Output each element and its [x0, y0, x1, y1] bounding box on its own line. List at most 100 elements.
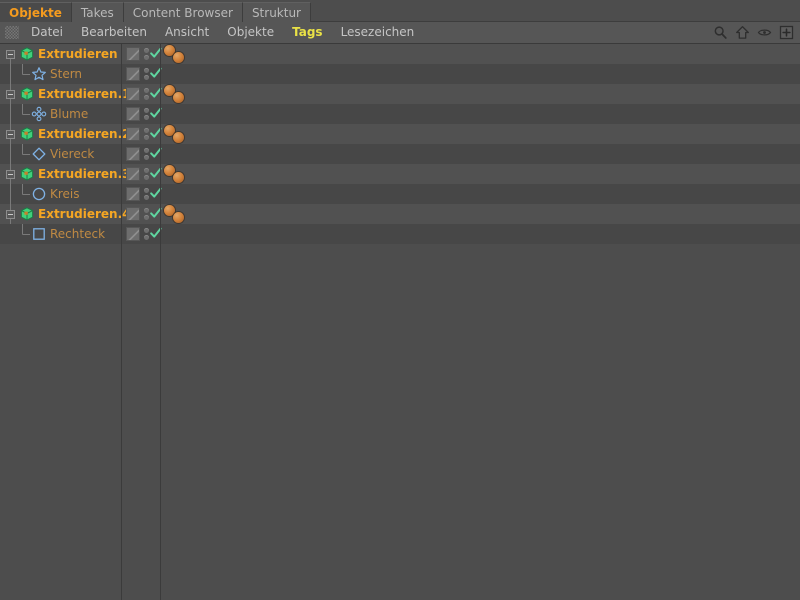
material-cell[interactable]: [161, 184, 201, 204]
phong-tag-icon[interactable]: [126, 187, 140, 201]
object-name-label[interactable]: Stern: [50, 64, 82, 84]
phong-tag-icon[interactable]: [126, 107, 140, 121]
menu-item-objekte[interactable]: Objekte: [218, 22, 283, 43]
tag-cell[interactable]: [122, 104, 162, 124]
object-row[interactable]: Blume: [0, 104, 800, 124]
object-tree-cell[interactable]: Extrudieren: [0, 44, 121, 64]
object-name-label[interactable]: Extrudieren.3: [38, 164, 130, 184]
extrude-object-icon: [20, 47, 34, 61]
object-tree-cell[interactable]: Extrudieren.1: [0, 84, 130, 104]
phong-tag-icon[interactable]: [126, 167, 140, 181]
tag-cell[interactable]: [122, 84, 162, 104]
object-manager-window: Objekte Takes Content Browser Struktur Date…: [0, 0, 800, 600]
tab-strip-filler: [311, 1, 800, 22]
tag-cell[interactable]: [122, 144, 162, 164]
expand-collapse-toggle[interactable]: [6, 210, 15, 219]
object-tree-cell[interactable]: Extrudieren.3: [0, 164, 130, 184]
expand-collapse-toggle[interactable]: [6, 170, 15, 179]
object-row[interactable]: Extrudieren.1: [0, 84, 800, 104]
tag-cell[interactable]: [122, 124, 162, 144]
material-cell[interactable]: [161, 84, 201, 104]
object-tree-cell[interactable]: Kreis: [0, 184, 121, 204]
object-name-label[interactable]: Blume: [50, 104, 88, 124]
material-cell[interactable]: [161, 124, 201, 144]
material-cell[interactable]: [161, 164, 201, 184]
object-name-label[interactable]: Viereck: [50, 144, 94, 164]
phong-tag-icon[interactable]: [126, 87, 140, 101]
object-row[interactable]: Kreis: [0, 184, 800, 204]
phong-tag-icon[interactable]: [126, 47, 140, 61]
material-cell[interactable]: [161, 204, 201, 224]
object-tree-cell[interactable]: Extrudieren.4: [0, 204, 130, 224]
object-tree-cell[interactable]: Extrudieren.2: [0, 124, 130, 144]
search-icon[interactable]: [713, 25, 728, 40]
phong-tag-icon[interactable]: [126, 227, 140, 241]
tag-cell[interactable]: [122, 224, 162, 244]
object-name-label[interactable]: Rechteck: [50, 224, 105, 244]
extrude-object-icon: [20, 127, 34, 141]
tab-takes[interactable]: Takes: [71, 2, 124, 22]
menu-item-lesezeichen[interactable]: Lesezeichen: [332, 22, 424, 43]
tag-cell[interactable]: [122, 64, 162, 84]
material-cell[interactable]: [161, 104, 201, 124]
object-row[interactable]: Viereck: [0, 144, 800, 164]
material-tag-icon[interactable]: [173, 92, 184, 103]
material-tag-icon[interactable]: [173, 52, 184, 63]
object-name-label[interactable]: Kreis: [50, 184, 80, 204]
tag-cell[interactable]: [122, 44, 162, 64]
expand-collapse-toggle[interactable]: [6, 90, 15, 99]
star-spline-icon: [32, 67, 46, 81]
material-tag-icon[interactable]: [173, 212, 184, 223]
menu-item-ansicht[interactable]: Ansicht: [156, 22, 218, 43]
extrude-object-icon: [20, 87, 34, 101]
object-row[interactable]: Extrudieren: [0, 44, 800, 64]
phong-tag-icon[interactable]: [126, 207, 140, 221]
expand-collapse-toggle[interactable]: [6, 50, 15, 59]
rectangle-spline-icon: [33, 228, 45, 240]
material-cell[interactable]: [161, 224, 201, 244]
object-manager-body[interactable]: Extrudieren Stern Extrudieren.1 Blume Extrud…: [0, 44, 800, 600]
home-icon[interactable]: [735, 25, 750, 40]
object-row[interactable]: Extrudieren.4: [0, 204, 800, 224]
tab-struktur[interactable]: Struktur: [242, 2, 311, 22]
object-tree-cell[interactable]: Rechteck: [0, 224, 121, 244]
diamond-spline-icon: [32, 147, 46, 161]
object-tree-cell[interactable]: Viereck: [0, 144, 121, 164]
column-separator-tags: [121, 44, 122, 600]
flower-spline-icon: [31, 106, 47, 122]
material-tag-icon[interactable]: [173, 172, 184, 183]
column-separator-materials: [160, 44, 161, 600]
material-tag-icon[interactable]: [173, 132, 184, 143]
phong-tag-icon[interactable]: [126, 147, 140, 161]
tag-cell[interactable]: [122, 184, 162, 204]
object-name-label[interactable]: Extrudieren: [38, 44, 118, 64]
tab-objekte[interactable]: Objekte: [0, 2, 72, 22]
object-tree-cell[interactable]: Stern: [0, 64, 121, 84]
object-tree-cell[interactable]: Blume: [0, 104, 121, 124]
eye-icon[interactable]: [757, 25, 772, 40]
object-name-label[interactable]: Extrudieren.4: [38, 204, 130, 224]
menu-item-datei[interactable]: Datei: [22, 22, 72, 43]
material-cell[interactable]: [161, 44, 201, 64]
material-cell[interactable]: [161, 64, 201, 84]
material-cell[interactable]: [161, 144, 201, 164]
object-row[interactable]: Extrudieren.3: [0, 164, 800, 184]
object-tree: Extrudieren Stern Extrudieren.1 Blume Extrud…: [0, 44, 800, 244]
object-row[interactable]: Rechteck: [0, 224, 800, 244]
phong-tag-icon[interactable]: [126, 67, 140, 81]
drag-grip-icon[interactable]: [5, 26, 19, 39]
object-name-label[interactable]: Extrudieren.1: [38, 84, 130, 104]
extrude-object-icon: [20, 167, 34, 181]
tag-cell[interactable]: [122, 164, 162, 184]
add-box-icon[interactable]: [779, 25, 794, 40]
phong-tag-icon[interactable]: [126, 127, 140, 141]
tag-cell[interactable]: [122, 204, 162, 224]
tab-content-browser[interactable]: Content Browser: [123, 2, 243, 22]
object-row[interactable]: Extrudieren.2: [0, 124, 800, 144]
object-name-label[interactable]: Extrudieren.2: [38, 124, 130, 144]
menu-item-bearbeiten[interactable]: Bearbeiten: [72, 22, 156, 43]
expand-collapse-toggle[interactable]: [6, 130, 15, 139]
object-row[interactable]: Stern: [0, 64, 800, 84]
menu-item-tags[interactable]: Tags: [283, 22, 331, 43]
menu-bar-icon-group: [713, 25, 800, 40]
